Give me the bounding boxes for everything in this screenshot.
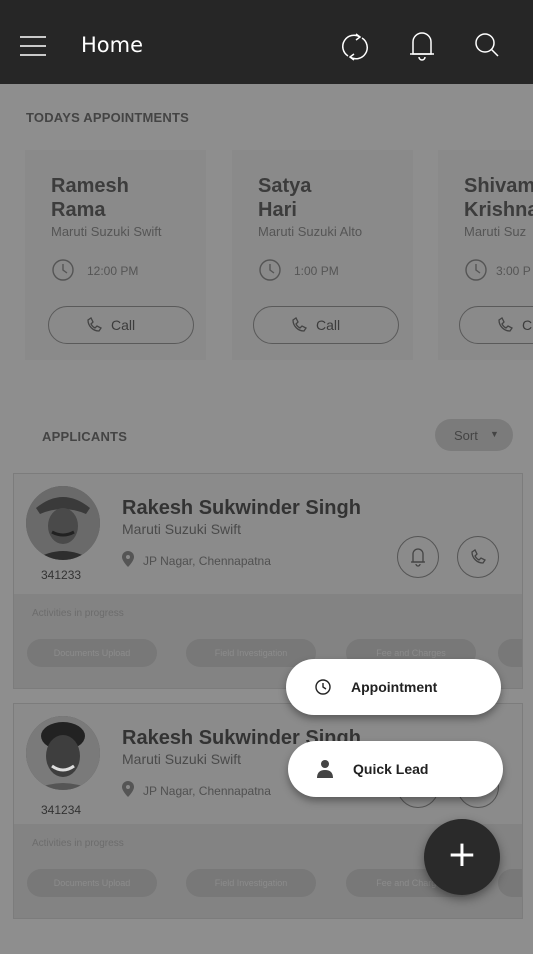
appointments-section-label: TODAYS APPOINTMENTS [26,110,189,125]
appointment-time: 1:00 PM [294,264,339,278]
phone-icon [291,317,307,333]
appointment-car: Maruti Suzuki Alto [258,224,363,239]
location-pin-icon [122,781,134,797]
phone-icon [497,317,513,333]
sort-label: Sort [454,428,478,443]
sort-button[interactable]: Sort ▼ [435,419,513,451]
bell-icon[interactable] [409,31,435,61]
appointment-time: 3:00 P [496,264,531,278]
clock-icon [258,258,282,282]
appointment-car: Maruti Suzuki Swift [51,224,162,239]
clock-icon [315,679,331,695]
search-icon[interactable] [474,32,500,58]
menu-icon[interactable] [20,35,46,57]
activities-label: Activities in progress [32,608,124,619]
call-button-label: C [522,317,533,333]
quick-lead-action-button[interactable]: Quick Lead [288,741,503,797]
refresh-icon[interactable] [340,32,370,62]
appointment-time: 12:00 PM [87,264,139,278]
clock-icon [51,258,75,282]
appointment-action-label: Appointment [351,679,438,695]
activity-chip[interactable]: Field Investigation [186,639,316,667]
call-button[interactable]: Call [253,306,399,344]
applicant-name: Rakesh Sukwinder Singh [122,497,361,519]
applicant-id: 341234 [41,803,82,817]
activity-chip[interactable] [498,869,522,897]
appointment-card[interactable]: Shivam Krishna Maruti Suz 3:00 P C [438,150,533,360]
quick-lead-action-label: Quick Lead [353,761,429,777]
avatar [26,716,100,790]
avatar [26,486,100,560]
add-fab-button[interactable]: + [424,819,500,895]
applicant-car: Maruti Suzuki Swift [122,521,242,537]
app-bar: Home [0,0,533,84]
appointment-card[interactable]: Satya Hari Maruti Suzuki Alto 1:00 PM Cal… [232,150,413,360]
phone-icon [86,317,102,333]
applicant-id: 341233 [41,568,82,582]
call-button[interactable] [457,536,499,578]
applicant-location: JP Nagar, Chennapatna [143,784,271,798]
call-button-label: Call [111,317,136,333]
appointment-name: Ramesh Rama [51,175,129,221]
activities-label: Activities in progress [32,838,124,849]
call-button[interactable]: Call [48,306,194,344]
call-button-label: Call [316,317,341,333]
appointment-name: Shivam Krishna [464,175,533,221]
activity-chip[interactable]: Documents Upload [27,869,157,897]
person-icon [317,759,333,779]
appointment-car: Maruti Suz [464,224,527,239]
activity-chip[interactable]: Documents Upload [27,639,157,667]
appointment-action-button[interactable]: Appointment [286,659,501,715]
call-button[interactable]: C [459,306,533,344]
notify-button[interactable] [397,536,439,578]
phone-icon [470,549,486,565]
applicant-card[interactable]: 341233 Rakesh Sukwinder Singh Maruti Suz… [13,473,523,689]
activity-chip[interactable] [498,639,522,667]
page-title: Home [81,33,144,57]
location-pin-icon [122,551,134,567]
appointment-card[interactable]: Ramesh Rama Maruti Suzuki Swift 12:00 PM … [25,150,206,360]
clock-icon [464,258,488,282]
appointment-name: Satya Hari [258,175,312,221]
applicants-section-label: APPLICANTS [42,429,128,444]
plus-icon: + [446,834,478,875]
activity-chip[interactable]: Field Investigation [186,869,316,897]
applicant-location: JP Nagar, Chennapatna [143,554,271,568]
bell-icon [410,547,426,567]
caret-down-icon: ▼ [490,429,499,439]
applicant-car: Maruti Suzuki Swift [122,751,242,767]
